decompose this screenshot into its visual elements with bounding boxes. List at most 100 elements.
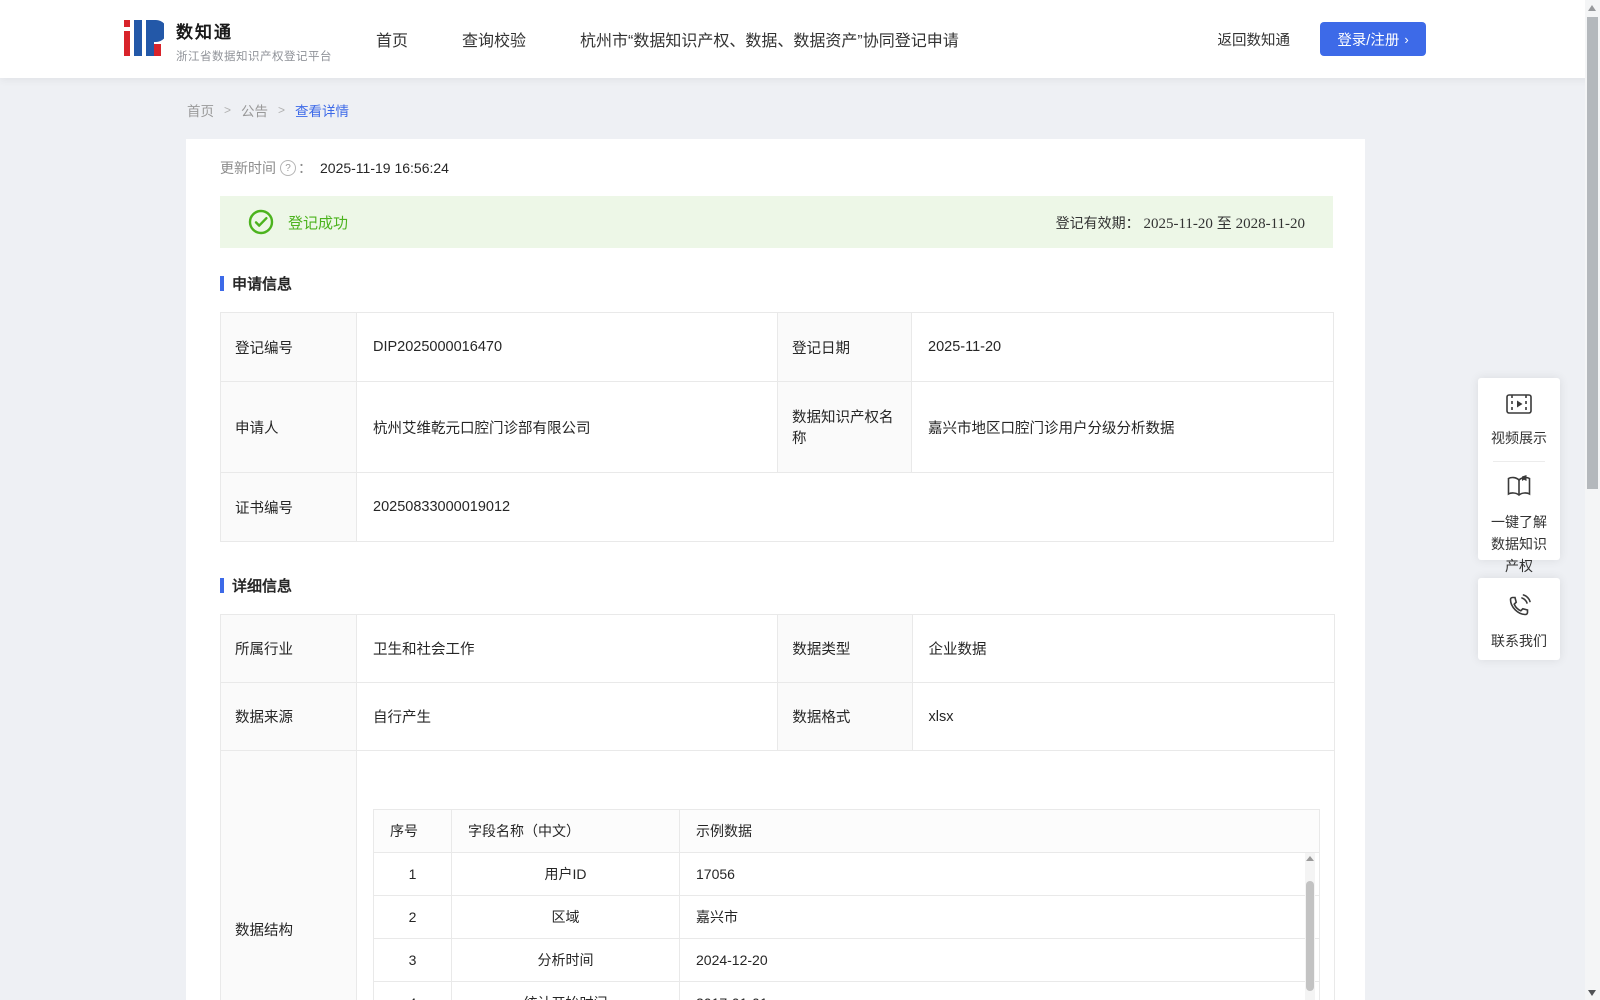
table-row: 登记编号 DIP2025000016470 登记日期 2025-11-20	[221, 313, 1334, 382]
structure-table-wrap: 序号 字段名称（中文） 示例数据 1 用户ID 17056 2	[373, 809, 1319, 1000]
scrollbar-down-arrow-icon[interactable]	[1588, 990, 1596, 996]
validity-to-word: 至	[1217, 216, 1236, 232]
field-name-cell: 用户ID	[452, 853, 680, 896]
floating-tools-card: 视频展示 一键了解数据知识产权	[1478, 378, 1560, 560]
login-register-label: 登录/注册	[1337, 29, 1399, 50]
industry-label: 所属行业	[221, 615, 357, 683]
page-scrollbar[interactable]	[1585, 0, 1600, 1000]
nav-item-hangzhou-coregistration[interactable]: 杭州市“数据知识产权、数据、数据资产”协同登记申请	[580, 27, 959, 51]
structure-row: 1 用户ID 17056	[374, 853, 1320, 896]
contact-us-label: 联系我们	[1478, 630, 1560, 652]
nav-item-query-verify[interactable]: 查询校验	[462, 27, 526, 51]
table-row: 数据来源 自行产生 数据格式 xlsx	[221, 683, 1335, 751]
seq-cell: 4	[374, 982, 452, 1000]
video-showcase-button[interactable]: 视频展示	[1478, 392, 1560, 449]
detail-card: 更新时间 ? ： 2025-11-19 16:56:24 登记成功 登记有效期：…	[186, 139, 1365, 1000]
site-title: 数知通	[176, 18, 332, 43]
scrollbar-up-arrow-icon[interactable]	[1306, 856, 1314, 861]
breadcrumb-separator: >	[278, 103, 285, 117]
contact-us-button[interactable]: 联系我们	[1478, 593, 1560, 652]
site-subtitle: 浙江省数据知识产权登记平台	[176, 48, 332, 64]
breadcrumb-announcement[interactable]: 公告	[241, 100, 268, 120]
learn-dip-label: 一键了解数据知识产权	[1478, 511, 1560, 577]
structure-header-row: 序号 字段名称（中文） 示例数据	[374, 810, 1320, 853]
help-question-icon[interactable]: ?	[280, 160, 296, 176]
logo[interactable]: 数知通 浙江省数据知识产权登记平台	[124, 15, 332, 66]
data-type-label: 数据类型	[778, 615, 912, 683]
registration-success-banner: 登记成功 登记有效期： 2025-11-20 至 2028-11-20	[220, 196, 1333, 248]
login-register-button[interactable]: 登录/注册 ›	[1320, 22, 1426, 56]
table-row: 数据结构 序号 字段名称（中文） 示例数据 1 用户I	[221, 751, 1335, 1000]
reg-date-value: 2025-11-20	[912, 313, 1334, 382]
seq-cell: 3	[374, 939, 452, 982]
learn-dip-button[interactable]: 一键了解数据知识产权	[1478, 474, 1560, 577]
col-header-field-name: 字段名称（中文）	[452, 810, 680, 853]
structure-table-scrollbar[interactable]	[1305, 853, 1315, 1000]
applicant-label: 申请人	[221, 382, 357, 473]
reg-no-value: DIP2025000016470	[357, 313, 778, 382]
sample-data-cell: 2017-01-01	[680, 982, 1320, 1000]
validity-period: 登记有效期： 2025-11-20 至 2028-11-20	[1056, 212, 1305, 233]
phone-icon	[1506, 593, 1532, 619]
data-structure-cell: 序号 字段名称（中文） 示例数据 1 用户ID 17056 2	[357, 751, 1335, 1000]
floating-contact-card: 联系我们	[1478, 578, 1560, 660]
header-right: 返回数知通 登录/注册 ›	[1218, 0, 1427, 78]
sample-data-cell: 嘉兴市	[680, 896, 1320, 939]
section-title-detail-info: 详细信息	[220, 575, 292, 596]
dip-name-label: 数据知识产权名称	[778, 382, 912, 473]
table-row: 所属行业 卫生和社会工作 数据类型 企业数据	[221, 615, 1335, 683]
section-title-bar	[220, 276, 224, 291]
top-header: 数知通 浙江省数据知识产权登记平台 首页 查询校验 杭州市“数据知识产权、数据、…	[0, 0, 1600, 78]
section-title-bar	[220, 578, 224, 593]
data-format-label: 数据格式	[778, 683, 912, 751]
success-check-icon	[248, 209, 274, 235]
table-row: 证书编号 20250833000019012	[221, 473, 1334, 542]
nav-item-home[interactable]: 首页	[376, 27, 408, 51]
divider	[1493, 461, 1545, 462]
section-title-application-info: 申请信息	[220, 273, 292, 294]
seq-cell: 1	[374, 853, 452, 896]
structure-row: 4 统计开始时间 2017-01-01	[374, 982, 1320, 1000]
col-header-sample-data: 示例数据	[680, 810, 1320, 853]
cert-no-value: 20250833000019012	[357, 473, 1334, 542]
data-source-label: 数据来源	[221, 683, 357, 751]
update-time-row: 更新时间 ? ： 2025-11-19 16:56:24	[220, 158, 449, 178]
section-title-text: 详细信息	[232, 575, 292, 596]
structure-row: 2 区域 嘉兴市	[374, 896, 1320, 939]
reg-no-label: 登记编号	[221, 313, 357, 382]
back-to-shuzhitong-link[interactable]: 返回数知通	[1218, 29, 1291, 50]
cert-no-label: 证书编号	[221, 473, 357, 542]
applicant-value: 杭州艾维乾元口腔门诊部有限公司	[357, 382, 778, 473]
col-header-seq: 序号	[374, 810, 452, 853]
update-time-value: 2025-11-19 16:56:24	[320, 160, 449, 176]
scrollbar-up-arrow-icon[interactable]	[1588, 5, 1596, 11]
structure-row: 3 分析时间 2024-12-20	[374, 939, 1320, 982]
registration-status-text: 登记成功	[288, 212, 348, 233]
video-icon	[1505, 392, 1533, 416]
section-title-text: 申请信息	[232, 273, 292, 294]
logo-icon	[124, 15, 164, 66]
breadcrumb: 首页 > 公告 > 查看详情	[187, 100, 349, 120]
dip-name-value: 嘉兴市地区口腔门诊用户分级分析数据	[912, 382, 1334, 473]
industry-value: 卫生和社会工作	[357, 615, 778, 683]
sample-data-cell: 17056	[680, 853, 1320, 896]
table-row: 申请人 杭州艾维乾元口腔门诊部有限公司 数据知识产权名称 嘉兴市地区口腔门诊用户…	[221, 382, 1334, 473]
breadcrumb-home[interactable]: 首页	[187, 100, 214, 120]
data-type-value: 企业数据	[912, 615, 1334, 683]
video-showcase-label: 视频展示	[1478, 427, 1560, 449]
update-time-label: 更新时间	[220, 158, 276, 178]
application-info-table: 登记编号 DIP2025000016470 登记日期 2025-11-20 申请…	[220, 312, 1334, 542]
validity-to-date: 2028-11-20	[1236, 216, 1305, 232]
field-name-cell: 分析时间	[452, 939, 680, 982]
main-nav: 首页 查询校验 杭州市“数据知识产权、数据、数据资产”协同登记申请	[376, 0, 959, 78]
scrollbar-thumb[interactable]	[1587, 17, 1598, 489]
update-time-colon: ：	[298, 158, 312, 178]
breadcrumb-separator: >	[224, 103, 231, 117]
scrollbar-thumb[interactable]	[1306, 881, 1314, 991]
logo-text: 数知通 浙江省数据知识产权登记平台	[176, 18, 332, 64]
data-structure-label: 数据结构	[221, 751, 357, 1000]
field-name-cell: 区域	[452, 896, 680, 939]
book-icon	[1505, 474, 1533, 500]
validity-from-date: 2025-11-20	[1143, 216, 1212, 232]
seq-cell: 2	[374, 896, 452, 939]
